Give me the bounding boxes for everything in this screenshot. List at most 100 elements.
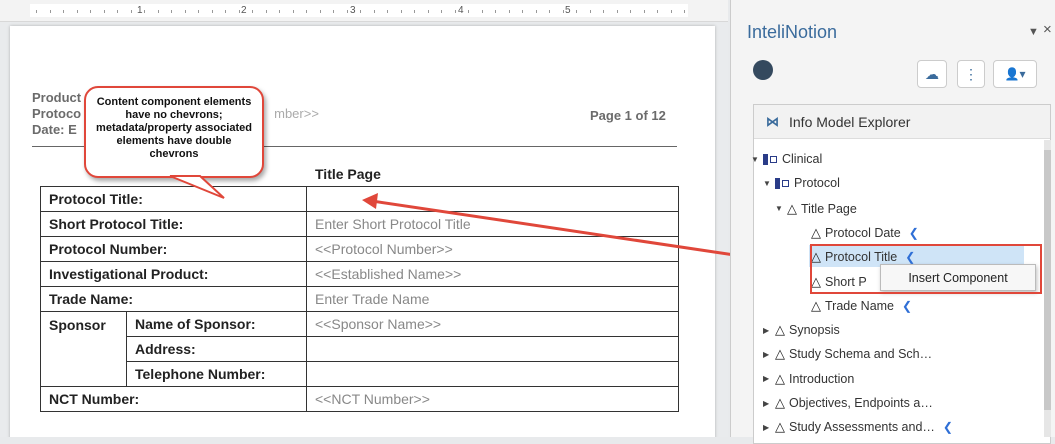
ruler-tick [576, 10, 577, 13]
title-page-table: Protocol Title: Short Protocol Title: Ent… [40, 186, 679, 412]
component-triangle-icon: △ [811, 249, 821, 265]
expand-down-icon[interactable]: ▼ [751, 155, 763, 164]
expand-right-icon[interactable]: ▶ [763, 374, 775, 383]
more-options-button[interactable]: ⋮ [957, 60, 985, 88]
ruler-tick [400, 10, 402, 13]
close-icon[interactable]: × [1043, 21, 1052, 38]
row-value[interactable] [306, 336, 679, 362]
expand-right-icon[interactable]: ▶ [763, 423, 775, 432]
component-triangle-icon: △ [811, 273, 821, 289]
expand-right-icon[interactable]: ▶ [763, 399, 775, 408]
tree-node[interactable]: ▼ Clinical [751, 152, 822, 166]
tree-node-label: Introduction [789, 371, 855, 386]
header-protocol-label: Protoco [32, 106, 82, 121]
scrollbar-thumb[interactable] [1044, 150, 1051, 410]
ruler-tick [265, 10, 267, 13]
row-sublabel: Address: [126, 336, 307, 362]
ruler-tick [562, 10, 564, 13]
ruler-tick [198, 10, 199, 13]
entity-icon [775, 177, 780, 189]
component-triangle-icon: △ [775, 419, 785, 435]
tree-node-label: Trade Name [825, 298, 895, 313]
table-row[interactable]: Protocol Number: <<Protocol Number>> [40, 236, 679, 262]
row-value[interactable]: <<Established Name>> [306, 261, 679, 287]
row-value[interactable] [306, 361, 679, 387]
intelinotion-panel: InteliNotion ▼ × ☁ ⋮ 👤▾ ⋈ Info Model Expl… [730, 0, 1055, 444]
ruler-tick [157, 10, 159, 13]
ruler-tick [481, 10, 483, 13]
row-label: Trade Name: [40, 286, 307, 312]
tree-node-label: Synopsis [789, 323, 840, 338]
tree-node[interactable]: △ Trade Name ❮ [811, 298, 912, 314]
row-label: Investigational Product: [40, 261, 307, 287]
ruler-tick [171, 10, 172, 13]
tree-node[interactable]: △ Protocol Date ❮ [811, 225, 919, 241]
cloud-upload-button[interactable]: ☁ [917, 60, 947, 88]
expand-down-icon[interactable]: ▼ [763, 179, 775, 188]
ruler-tick [292, 10, 294, 13]
tree-node[interactable]: ▼ △ Title Page [775, 201, 857, 217]
tree-node-label: Protocol Date [825, 225, 901, 240]
table-row[interactable]: Trade Name: Enter Trade Name [40, 286, 679, 312]
infinity-icon: ⋈ [766, 113, 779, 129]
row-label: Short Protocol Title: [40, 211, 307, 237]
tree-node-label: Study Assessments and… [789, 420, 935, 435]
row-label: Protocol Title: [40, 186, 307, 212]
horizontal-ruler[interactable]: 1 2 3 4 5 [0, 0, 728, 22]
tree-node[interactable]: ▶ △ Study Assessments and… ❮ [763, 419, 953, 435]
tree-node[interactable]: △ Protocol Title ❮ [811, 249, 915, 265]
explorer-header[interactable]: ⋈ Info Model Explorer [754, 105, 1050, 139]
component-triangle-icon: △ [811, 297, 821, 313]
table-row[interactable]: NCT Number: <<NCT Number>> [40, 386, 679, 412]
tree-node[interactable]: △ Short P [811, 274, 867, 290]
component-triangle-icon: △ [787, 200, 797, 216]
tree-node[interactable]: ▶ △ Introduction [763, 371, 854, 387]
table-row[interactable]: Address: [41, 336, 679, 362]
tree-node-label: Clinical [782, 152, 823, 166]
table-row[interactable]: Short Protocol Title: Enter Short Protoco… [40, 211, 679, 237]
tree-node-label: Objectives, Endpoints a… [789, 396, 933, 410]
panel-menu-chevron-icon[interactable]: ▼ [1028, 26, 1039, 38]
row-value[interactable]: <<Protocol Number>> [306, 236, 679, 262]
ruler-tick [130, 10, 132, 13]
metadata-chevron-icon: ❮ [905, 250, 916, 265]
tree-node[interactable]: ▼ Protocol [763, 176, 840, 190]
row-label: Protocol Number: [40, 236, 307, 262]
row-value[interactable] [306, 186, 679, 212]
metadata-chevron-icon: ❮ [902, 298, 913, 313]
ruler-tick [603, 10, 604, 13]
context-menu-insert-component[interactable]: Insert Component [880, 264, 1036, 291]
table-row[interactable]: Telephone Number: [41, 361, 679, 387]
expand-right-icon[interactable]: ▶ [763, 326, 775, 335]
ruler-number: 2 [241, 5, 247, 16]
annotation-callout: Content component elements have no chevr… [84, 86, 264, 178]
user-menu-button[interactable]: 👤▾ [993, 60, 1037, 88]
ruler-tick [616, 10, 618, 13]
metadata-chevron-icon: ❮ [942, 420, 953, 435]
ruler-tick [346, 10, 348, 13]
ruler-tick [103, 10, 105, 13]
table-row[interactable]: Protocol Title: [40, 186, 679, 212]
row-value[interactable]: <<NCT Number>> [306, 386, 679, 412]
row-value[interactable]: <<Sponsor Name>> [306, 311, 679, 337]
tree-node[interactable]: ▶ △ Objectives, Endpoints a… [763, 395, 933, 411]
ruler-tick [49, 10, 51, 13]
table-row[interactable]: Investigational Product: <<Established Na… [40, 261, 679, 287]
tree-node[interactable]: ▶ △ Synopsis [763, 322, 840, 338]
row-value[interactable]: Enter Trade Name [306, 286, 679, 312]
globe-logo-icon [753, 60, 773, 80]
tree-node[interactable]: ▶ △ Study Schema and Sch… [763, 346, 932, 362]
ruler-tick [468, 10, 469, 13]
expand-down-icon[interactable]: ▼ [775, 204, 787, 213]
ruler-tick [225, 10, 226, 13]
row-value[interactable]: Enter Short Protocol Title [306, 211, 679, 237]
title-page-heading: Title Page [315, 166, 381, 182]
ruler-tick [589, 10, 591, 13]
table-row[interactable]: Sponsor Name of Sponsor: <<Sponsor Name>> [40, 311, 679, 387]
ruler-tick [36, 10, 37, 13]
header-protocol-number: mber>> [274, 106, 319, 121]
expand-right-icon[interactable]: ▶ [763, 350, 775, 359]
ruler-tick [630, 10, 631, 13]
ruler-tick [495, 10, 496, 13]
ruler-tick [657, 10, 658, 13]
